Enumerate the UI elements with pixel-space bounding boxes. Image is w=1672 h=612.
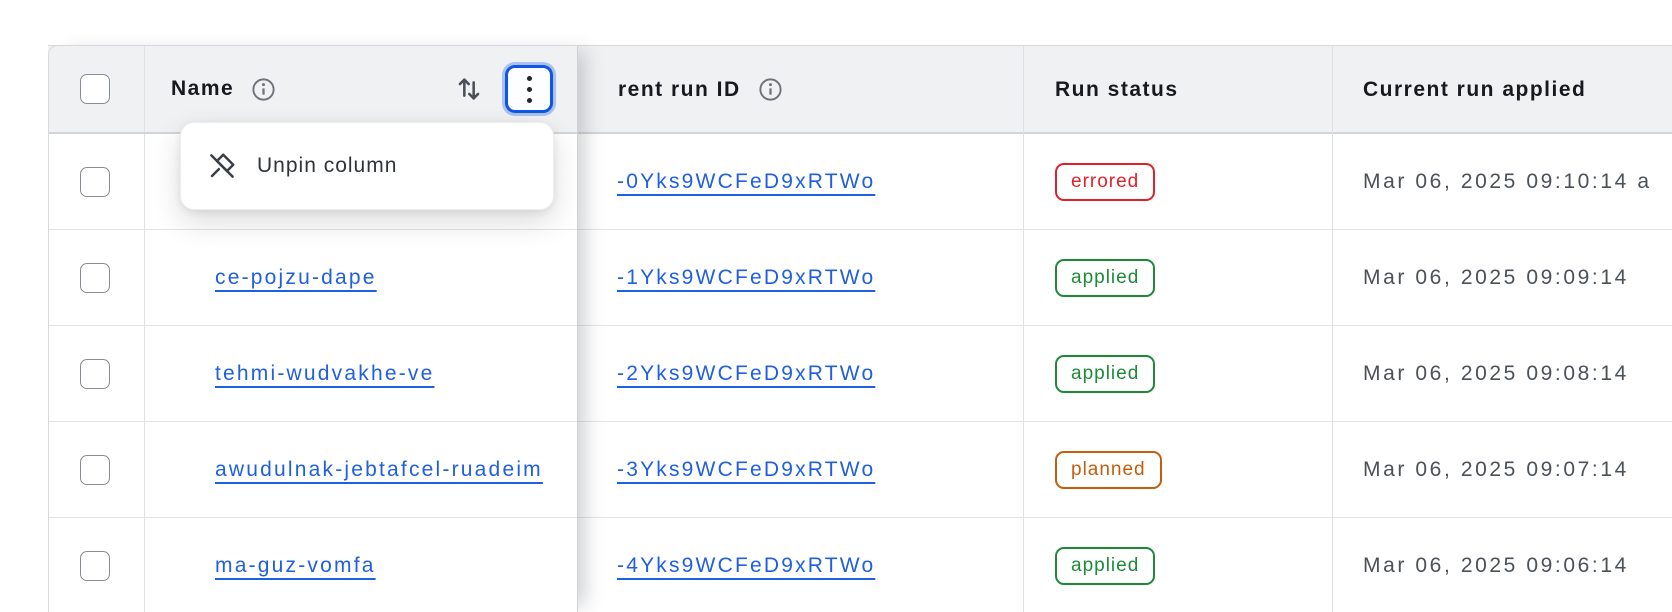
kebab-menu-icon — [527, 76, 532, 81]
table-row: awudulnak-jebtafcel-ruadeim — [49, 422, 577, 518]
run-id-link[interactable]: -1Yks9WCFeD9xRTWo — [617, 266, 875, 290]
column-header-run-status: Run status — [1055, 45, 1179, 134]
column-options-kebab-button[interactable] — [505, 65, 553, 113]
run-id-link[interactable]: -0Yks9WCFeD9xRTWo — [617, 170, 875, 194]
row-checkbox[interactable] — [80, 359, 110, 389]
table-row: tehmi-wudvakhe-ve — [49, 326, 577, 422]
column-divider — [1023, 46, 1024, 612]
row-checkbox[interactable] — [80, 455, 110, 485]
info-icon[interactable] — [250, 76, 277, 103]
sort-arrows-icon — [453, 73, 485, 105]
run-status-badge: applied — [1055, 259, 1155, 297]
current-run-applied-timestamp: Mar 06, 2025 09:06:14 — [1363, 518, 1629, 612]
run-id-link[interactable]: -4Yks9WCFeD9xRTWo — [617, 554, 875, 578]
run-id-link[interactable]: -3Yks9WCFeD9xRTWo — [617, 458, 875, 482]
table-row: ce-pojzu-dape — [49, 230, 577, 326]
run-status-badge: errored — [1055, 163, 1155, 201]
current-run-applied-timestamp: Mar 06, 2025 09:07:14 — [1363, 422, 1629, 518]
current-run-applied-timestamp: Mar 06, 2025 09:09:14 — [1363, 230, 1629, 326]
run-status-badge: planned — [1055, 451, 1162, 489]
workspace-name-link[interactable]: ma-guz-vomfa — [215, 554, 376, 578]
column-header-current-run-id: rent run ID — [618, 45, 784, 134]
sort-column-button[interactable] — [451, 71, 487, 107]
workspace-name-link[interactable]: tehmi-wudvakhe-ve — [215, 362, 434, 386]
column-header-current-run-applied: Current run applied — [1363, 45, 1586, 134]
workspaces-table-view: rent run ID Run status Current run appli… — [0, 0, 1672, 612]
column-header-current-run-id-label: rent run ID — [618, 78, 741, 102]
current-run-applied-timestamp: Mar 06, 2025 09:10:14 a — [1363, 134, 1652, 230]
run-status-badge: applied — [1055, 547, 1155, 585]
column-options-menu: Unpin column — [180, 122, 554, 210]
column-divider — [1332, 46, 1333, 612]
column-header-name-label: Name — [171, 77, 234, 101]
current-run-applied-timestamp: Mar 06, 2025 09:08:14 — [1363, 326, 1629, 422]
row-checkbox[interactable] — [80, 551, 110, 581]
info-icon[interactable] — [757, 76, 784, 103]
pin-off-icon — [207, 151, 237, 181]
unpin-column-menu-item[interactable]: Unpin column — [257, 154, 397, 178]
column-divider — [144, 46, 145, 132]
run-id-link[interactable]: -2Yks9WCFeD9xRTWo — [617, 362, 875, 386]
row-checkbox[interactable] — [80, 263, 110, 293]
workspace-name-link[interactable]: ce-pojzu-dape — [215, 266, 377, 290]
workspace-name-link[interactable]: awudulnak-jebtafcel-ruadeim — [215, 458, 543, 482]
table-row: ma-guz-vomfa — [49, 518, 577, 612]
select-all-checkbox[interactable] — [80, 74, 110, 104]
row-checkbox[interactable] — [80, 167, 110, 197]
column-header-name: Name — [171, 46, 277, 132]
pinned-header-row: Name — [49, 46, 577, 134]
run-status-badge: applied — [1055, 355, 1155, 393]
